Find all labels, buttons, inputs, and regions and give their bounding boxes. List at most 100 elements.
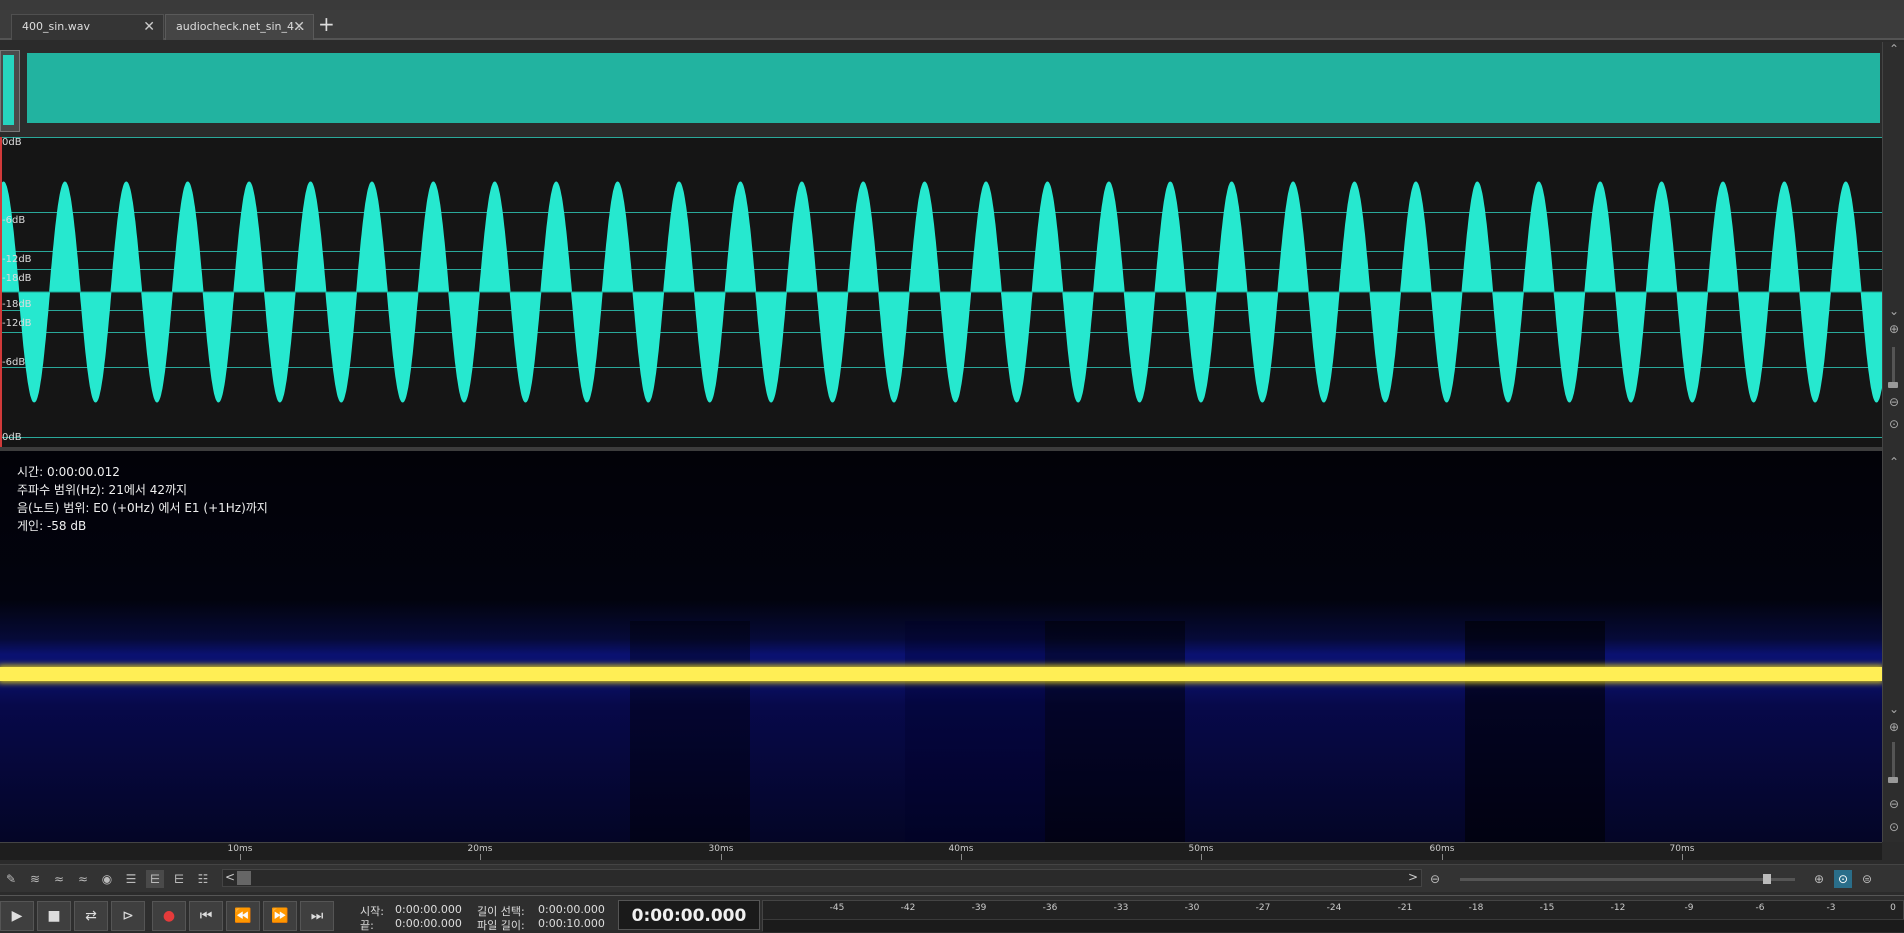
vertical-zoom-slider[interactable] xyxy=(1892,742,1895,782)
ruler-tick-mark xyxy=(721,854,722,860)
meter-tick: -33 xyxy=(1113,903,1129,913)
vertical-zoom-knob[interactable] xyxy=(1888,777,1898,783)
zoom-all-icon[interactable]: ⊜ xyxy=(1858,870,1876,888)
waveform-svg xyxy=(0,137,1882,447)
selection-length-value[interactable]: 0:00:00.000 xyxy=(538,903,605,916)
ruler-tick-mark xyxy=(1682,854,1683,860)
ruler-tick: 40ms xyxy=(948,844,974,854)
spectrogram-band xyxy=(1465,621,1605,842)
waveform-icon[interactable]: ≋ xyxy=(26,870,44,888)
spectrogram-info: 시간: 0:00:00.012 주파수 범위(Hz): 21에서 42까지 음(… xyxy=(17,463,268,535)
info-time: 시간: 0:00:00.012 xyxy=(17,465,120,479)
spectral2-icon[interactable]: ⋿ xyxy=(170,870,188,888)
meter-tick: -30 xyxy=(1184,903,1200,913)
ruler-tick: 30ms xyxy=(708,844,734,854)
meter-tick: -27 xyxy=(1255,903,1271,913)
spectrogram-band xyxy=(905,621,1045,842)
close-icon[interactable]: ✕ xyxy=(143,19,155,35)
scroll-down-icon[interactable]: ⌄ xyxy=(1886,702,1902,716)
scroll-up-icon[interactable]: ⌃ xyxy=(1886,455,1902,469)
db-label: -18dB xyxy=(2,273,32,284)
zoom-in-icon[interactable]: ⊕ xyxy=(1886,720,1902,734)
fast-forward-button[interactable]: ⏩ xyxy=(263,901,297,931)
add-tab-button[interactable]: + xyxy=(318,12,335,36)
db-label: -12dB xyxy=(2,254,32,265)
info-note-range: 음(노트) 범위: E0 (+0Hz) 에서 E1 (+1Hz)까지 xyxy=(17,501,268,515)
spectrogram-band xyxy=(1045,621,1185,842)
db-label: 0dB xyxy=(2,432,22,443)
meter-tick: -42 xyxy=(900,903,916,913)
play-from-button[interactable]: ⊳ xyxy=(111,901,145,931)
spectrogram-view[interactable]: 시간: 0:00:00.012 주파수 범위(Hz): 21에서 42까지 음(… xyxy=(0,451,1882,842)
list-icon[interactable]: ☷ xyxy=(194,870,212,888)
meter-tick: -21 xyxy=(1397,903,1413,913)
meter-tick: -24 xyxy=(1326,903,1342,913)
meter-tick: -36 xyxy=(1042,903,1058,913)
db-label: -12dB xyxy=(2,318,32,329)
zoom-in-icon[interactable]: ⊕ xyxy=(1810,870,1828,888)
waveform-dim2-icon[interactable]: ≈ xyxy=(74,870,92,888)
go-end-button[interactable]: ⏭ xyxy=(300,901,334,931)
horizontal-zoom-slider[interactable] xyxy=(1460,878,1795,881)
db-label: -6dB xyxy=(2,357,26,368)
vertical-zoom-bar: ⌃ ⌄ ⊕ ⊖ ⊙ ⌃ ⌄ ⊕ ⊖ ⊙ xyxy=(1882,42,1904,842)
loop-button[interactable]: ⇄ xyxy=(74,901,108,931)
meter-tick: -6 xyxy=(1755,903,1765,913)
level-meter: -45 -42 -39 -36 -33 -30 -27 -24 -21 -18 … xyxy=(762,900,1904,932)
vertical-zoom-slider[interactable] xyxy=(1892,347,1895,387)
zoom-out-icon[interactable]: ⊖ xyxy=(1886,395,1902,409)
stop-button[interactable]: ■ xyxy=(37,901,71,931)
vertical-zoom-knob[interactable] xyxy=(1888,382,1898,388)
meter-tick: -45 xyxy=(829,903,845,913)
horizontal-zoom-knob[interactable] xyxy=(1763,874,1771,884)
info-freq-range: 주파수 범위(Hz): 21에서 42까지 xyxy=(17,483,188,497)
overview-waveform[interactable] xyxy=(27,53,1880,123)
file-length-value: 0:00:10.000 xyxy=(538,917,605,930)
rewind-button[interactable]: ⏪ xyxy=(226,901,260,931)
ruler-tick: 20ms xyxy=(467,844,493,854)
spectral-icon[interactable]: ⋿ xyxy=(146,870,164,888)
overview-handle[interactable] xyxy=(0,50,20,132)
frequency-line xyxy=(0,667,1882,681)
go-start-button[interactable]: ⏮ xyxy=(189,901,223,931)
scroll-down-icon[interactable]: ⌄ xyxy=(1886,304,1902,318)
meter-tick: -39 xyxy=(971,903,987,913)
stack-icon[interactable]: ☰ xyxy=(122,870,140,888)
ruler-tick: 50ms xyxy=(1188,844,1214,854)
play-button[interactable]: ▶ xyxy=(0,901,34,931)
end-value[interactable]: 0:00:00.000 xyxy=(395,917,462,930)
waveform-view[interactable]: 0dB -6dB -12dB -18dB -18dB -12dB -6dB 0d… xyxy=(0,137,1882,447)
zoom-fit-icon[interactable]: ⊙ xyxy=(1834,870,1852,888)
pencil-icon[interactable]: ✎ xyxy=(2,870,20,888)
meter-tick: 0 xyxy=(1890,903,1896,913)
file-tab-bar: 400_sin.wav ✕ audiocheck.net_sin_4... ✕ … xyxy=(0,10,1904,40)
start-value[interactable]: 0:00:00.000 xyxy=(395,903,462,916)
overview-handle-fill xyxy=(3,55,14,125)
scroll-up-icon[interactable]: ⌃ xyxy=(1886,42,1902,56)
zoom-out-icon[interactable]: ⊖ xyxy=(1426,870,1444,888)
scroll-left-icon[interactable]: < xyxy=(225,870,235,884)
time-ruler[interactable]: 10ms 20ms 30ms 40ms 50ms 60ms 70ms xyxy=(0,842,1882,860)
record-button[interactable]: ● xyxy=(152,901,186,931)
zoom-fit-icon[interactable]: ⊙ xyxy=(1886,820,1902,834)
tab-label: audiocheck.net_sin_4... xyxy=(176,20,305,33)
zoom-in-icon[interactable]: ⊕ xyxy=(1886,322,1902,336)
tab-audiocheck[interactable]: audiocheck.net_sin_4... ✕ xyxy=(165,14,314,40)
tab-400-sin[interactable]: 400_sin.wav ✕ xyxy=(11,14,164,40)
scrollbar-thumb[interactable] xyxy=(237,871,251,885)
ruler-tick: 70ms xyxy=(1669,844,1695,854)
end-label: 끝: xyxy=(360,919,374,932)
zoom-fit-icon[interactable]: ⊙ xyxy=(1886,417,1902,431)
zoom-out-icon[interactable]: ⊖ xyxy=(1886,797,1902,811)
waveform-dim-icon[interactable]: ≈ xyxy=(50,870,68,888)
db-label: -18dB xyxy=(2,299,32,310)
edit-toolbar: ✎ ≋ ≈ ≈ ◉ ☰ ⋿ ⋿ ☷ < > ⊖ ⊕ ⊙ ⊜ xyxy=(0,864,1904,892)
meter-tick: -3 xyxy=(1826,903,1836,913)
horizontal-scrollbar[interactable]: < xyxy=(222,869,1422,887)
scroll-right-icon[interactable]: > xyxy=(1408,870,1418,884)
ruler-tick-mark xyxy=(480,854,481,860)
snapshot-icon[interactable]: ◉ xyxy=(98,870,116,888)
close-icon[interactable]: ✕ xyxy=(293,19,305,35)
db-label: -6dB xyxy=(2,215,26,226)
meter-tick: -15 xyxy=(1539,903,1555,913)
